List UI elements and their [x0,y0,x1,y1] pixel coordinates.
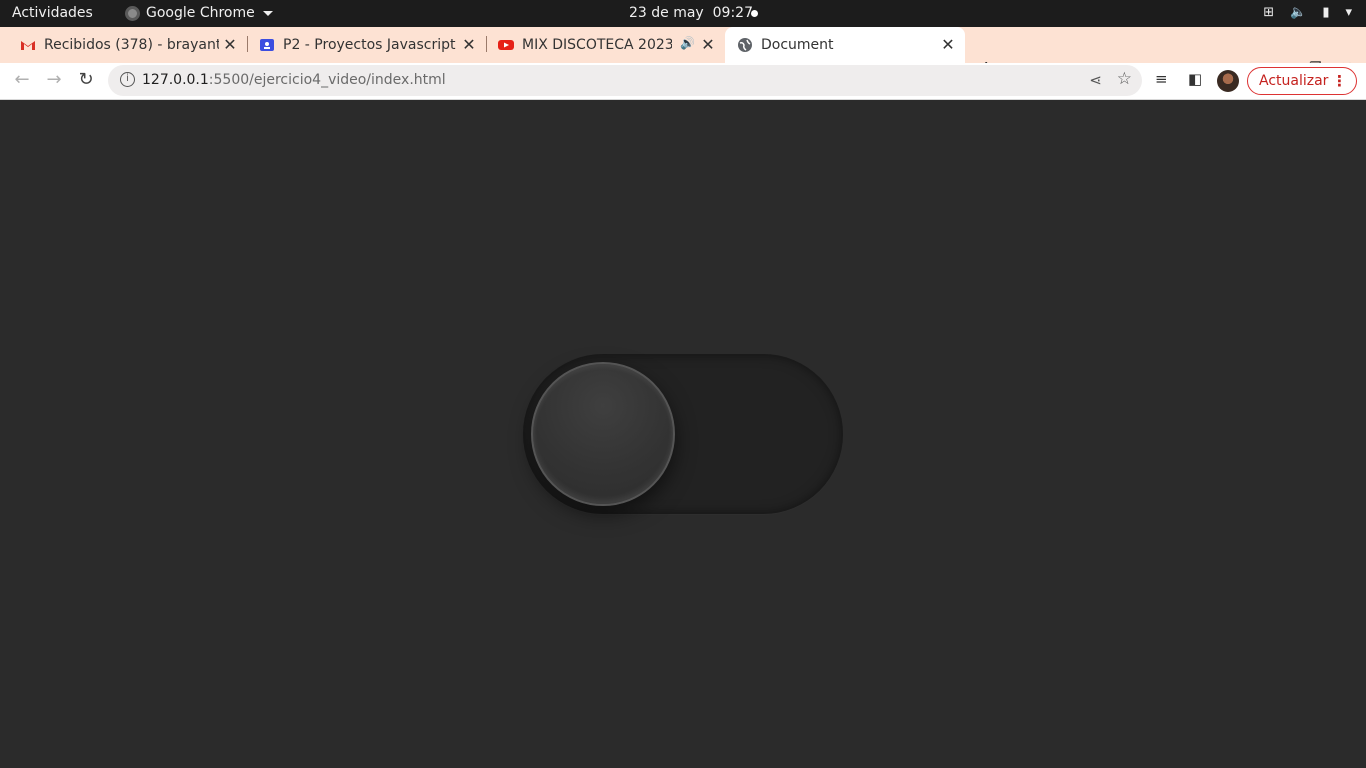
app-name: Google Chrome [146,5,255,21]
media-controls-icon[interactable]: ≡ [1155,70,1168,88]
tab-separator [247,36,248,52]
tab-title: Document [761,37,834,53]
url-path: :5500/ejercicio4_video/index.html [208,72,446,88]
toggle-knob[interactable] [531,362,675,506]
tab-close-icon[interactable]: ✕ [939,36,957,54]
url-text: 127.0.0.1:5500/ejercicio4_video/index.ht… [142,72,446,88]
activities-button[interactable]: Actividades [12,5,93,21]
back-button[interactable]: ← [10,69,34,90]
address-bar[interactable]: i 127.0.0.1:5500/ejercicio4_video/index.… [108,65,1142,96]
volume-icon: 🔈 [1290,5,1307,20]
toggle-switch[interactable] [523,354,843,514]
clock-time: 09:27 [712,5,753,21]
avatar[interactable] [1217,70,1239,92]
classroom-icon [260,39,274,51]
tab-strip: Recibidos (378) - brayantri ✕ P2 - Proye… [0,27,1366,82]
site-info-icon[interactable]: i [120,72,135,87]
update-button[interactable]: Actualizar ⋮ [1247,67,1357,95]
notification-dot-icon [751,10,758,17]
youtube-icon [498,40,514,50]
chrome-icon [125,5,140,21]
gmail-icon [21,41,35,50]
tab-classroom[interactable]: P2 - Proyectos Javascript ✕ [251,27,486,63]
tab-gmail[interactable]: Recibidos (378) - brayantri ✕ [12,27,247,63]
clock-date: 23 de may [629,5,704,21]
network-icon: ⊞ [1263,5,1275,20]
power-menu-icon: ▾ [1345,5,1352,20]
tab-title: Recibidos (378) - brayantri [44,37,219,53]
tab-title: MIX DISCOTECA 2023🔥 [522,37,672,53]
reload-button[interactable]: ↻ [74,69,98,90]
more-menu-icon[interactable]: ⋮ [1332,72,1347,90]
tab-title: P2 - Proyectos Javascript [283,37,456,53]
app-menu[interactable]: Google Chrome [125,5,273,21]
globe-icon [738,38,752,52]
tab-document[interactable]: Document ✕ [725,27,965,63]
page-content [0,101,1366,768]
side-panel-icon[interactable]: ◧ [1188,70,1202,88]
battery-icon: ▮ [1322,5,1330,20]
forward-button[interactable]: → [42,69,66,90]
system-top-bar: Actividades Google Chrome 23 de may 09:2… [0,0,1366,27]
tab-separator [486,36,487,52]
bookmark-star-icon[interactable]: ☆ [1117,69,1132,89]
url-host: 127.0.0.1 [142,72,209,88]
system-indicators[interactable]: ⊞ 🔈 ▮ ▾ [1263,5,1352,21]
tab-close-icon[interactable]: ✕ [699,36,717,54]
tab-close-icon[interactable]: ✕ [221,36,239,54]
clock[interactable]: 23 de may 09:27 [629,5,753,21]
browser-toolbar: ← → ↻ i 127.0.0.1:5500/ejercicio4_video/… [0,63,1366,100]
update-label: Actualizar [1259,73,1329,89]
share-icon[interactable]: ⋖ [1089,71,1102,89]
chevron-down-icon [262,10,273,16]
audio-playing-icon[interactable]: 🔊 [680,36,695,50]
tab-youtube[interactable]: MIX DISCOTECA 2023🔥 🔊 ✕ [490,27,725,63]
tab-close-icon[interactable]: ✕ [460,36,478,54]
